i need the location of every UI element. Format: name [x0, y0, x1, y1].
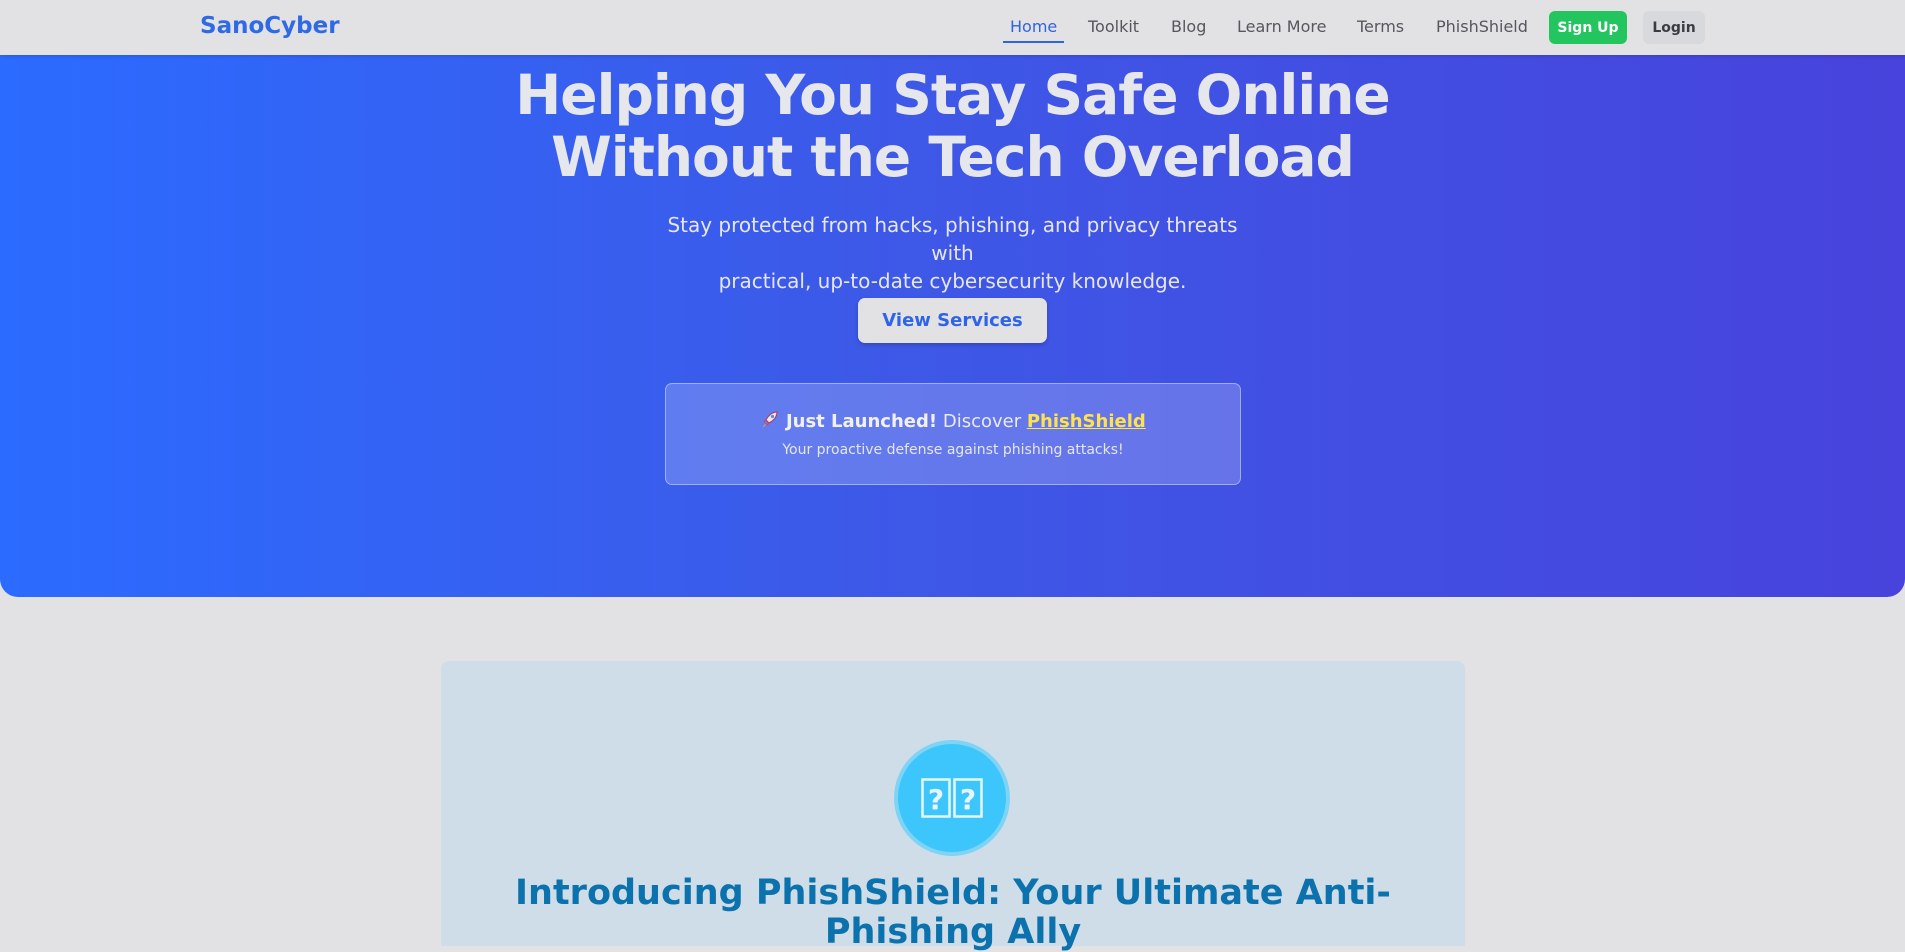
sign-up-button[interactable]: Sign Up — [1549, 11, 1627, 44]
brand-logo[interactable]: SanoCyber — [200, 13, 340, 39]
card-title: Introducing PhishShield: Your Ultimate A… — [515, 873, 1391, 952]
active-tab-indicator — [1003, 41, 1064, 43]
banner-description: Your proactive defense against phishing … — [782, 442, 1124, 458]
hero-subtitle: Stay protected from hacks, phishing, and… — [650, 211, 1255, 295]
nav-link-terms[interactable]: Terms — [1357, 17, 1404, 36]
rocket-icon — [760, 411, 780, 429]
nav-link-learn-more[interactable]: Learn More — [1237, 17, 1326, 36]
placeholder-glyph-icon: ? ? — [894, 740, 1010, 856]
phishshield-link[interactable]: PhishShield — [1027, 411, 1146, 432]
nav-link-home[interactable]: Home — [1010, 17, 1057, 36]
hero-title-line-2: Without the Tech Overload — [551, 125, 1355, 189]
hero-subtitle-line-1: Stay protected from hacks, phishing, and… — [667, 213, 1238, 265]
hero-subtitle-line-2: practical, up-to-date cybersecurity know… — [718, 269, 1187, 293]
hero-section: Helping You Stay Safe Online Without the… — [0, 0, 1905, 597]
nav-link-toolkit[interactable]: Toolkit — [1088, 17, 1139, 36]
banner-headline: Just Launched! Discover PhishShield — [666, 411, 1240, 432]
top-navbar: SanoCyber Home Toolkit Blog Learn More T… — [0, 0, 1905, 55]
phishshield-intro-card: ? ? Introducing PhishShield: Your Ultima… — [441, 661, 1465, 952]
nav-link-blog[interactable]: Blog — [1171, 17, 1206, 36]
hero-title: Helping You Stay Safe Online Without the… — [0, 64, 1905, 188]
banner-highlight: Just Launched! — [785, 411, 938, 432]
hero-title-line-1: Helping You Stay Safe Online — [515, 63, 1390, 127]
login-button[interactable]: Login — [1643, 11, 1705, 44]
svg-text:?: ? — [928, 783, 944, 816]
nav-link-phishshield[interactable]: PhishShield — [1436, 17, 1528, 36]
svg-text:?: ? — [960, 783, 976, 816]
view-services-button[interactable]: View Services — [858, 298, 1047, 343]
banner-text: Discover — [942, 411, 1022, 432]
launch-banner: Just Launched! Discover PhishShield Your… — [665, 383, 1241, 485]
